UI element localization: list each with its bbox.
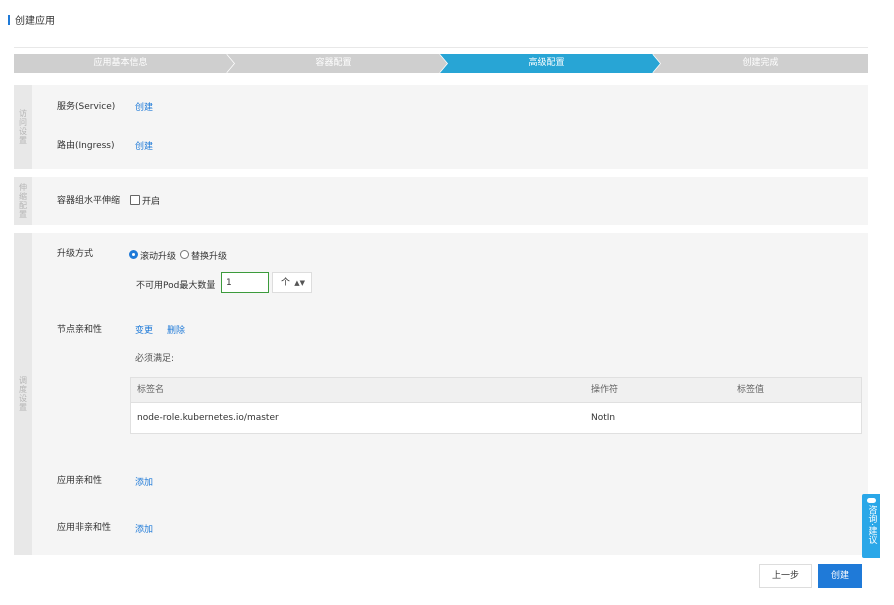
- step-label: 容器配置: [315, 58, 352, 68]
- cell-operator: NotIn: [591, 413, 616, 423]
- node-affinity-label: 节点亲和性: [57, 325, 103, 335]
- step-advanced-config[interactable]: 高级配置: [440, 54, 653, 73]
- title-accent-bar: [8, 15, 10, 25]
- create-button[interactable]: 创建: [818, 564, 862, 588]
- step-label: 高级配置: [528, 58, 565, 68]
- node-affinity-table: 标签名 操作符 标签值 node-role.kubernetes.io/mast…: [130, 377, 862, 434]
- app-anti-affinity-label: 应用非亲和性: [57, 523, 112, 533]
- step-basic-info[interactable]: 应用基本信息: [14, 54, 227, 73]
- hpa-label: 容器组水平伸缩: [57, 196, 121, 206]
- step-label: 创建完成: [742, 58, 779, 68]
- section-side-label: 伸缩配置: [14, 177, 32, 225]
- change-node-affinity-link[interactable]: 变更: [135, 323, 153, 336]
- table-header: 标签名 操作符 标签值: [131, 378, 861, 403]
- unit-select[interactable]: 个 ▲▼: [272, 272, 312, 293]
- max-unavailable-label: 不可用Pod最大数量: [136, 281, 216, 291]
- header-operator: 操作符: [591, 385, 619, 395]
- replace-upgrade-radio[interactable]: [180, 250, 189, 259]
- add-app-affinity-link[interactable]: 添加: [135, 475, 153, 488]
- max-unavailable-input[interactable]: [221, 272, 269, 293]
- scaling-section: 伸缩配置 容器组水平伸缩 开启: [14, 177, 868, 225]
- page-title: 创建应用: [8, 12, 55, 27]
- create-service-link[interactable]: 创建: [135, 100, 153, 113]
- enable-hpa-label: 开启: [142, 197, 161, 207]
- header-label-value: 标签值: [737, 385, 765, 395]
- service-label: 服务(Service): [57, 102, 116, 112]
- create-ingress-link[interactable]: 创建: [135, 139, 153, 152]
- rolling-upgrade-label: 滚动升级: [140, 252, 177, 262]
- page-title-text: 创建应用: [15, 16, 55, 27]
- select-updown-icon: ▲▼: [294, 279, 305, 287]
- step-container-config[interactable]: 容器配置: [227, 54, 440, 73]
- section-side-label: 调度设置: [14, 233, 32, 555]
- radio-dot: [132, 253, 135, 256]
- cell-label-name: node-role.kubernetes.io/master: [137, 413, 279, 423]
- step-complete[interactable]: 创建完成: [653, 54, 868, 73]
- chat-bubble-icon: [866, 498, 876, 503]
- step-label: 应用基本信息: [93, 58, 148, 68]
- replace-upgrade-label: 替换升级: [191, 252, 228, 262]
- step-progress-bar: 应用基本信息 容器配置 高级配置 创建完成: [14, 54, 868, 73]
- access-settings-section: 访问设置 服务(Service) 创建 路由(Ingress) 创建: [14, 85, 868, 169]
- header-label-name: 标签名: [137, 385, 165, 395]
- upgrade-mode-label: 升级方式: [57, 249, 94, 259]
- rolling-upgrade-radio[interactable]: [129, 250, 138, 259]
- enable-hpa-checkbox[interactable]: [130, 195, 140, 205]
- ingress-label: 路由(Ingress): [57, 141, 115, 151]
- delete-node-affinity-link[interactable]: 删除: [167, 323, 185, 336]
- divider: [14, 47, 868, 48]
- prev-step-button[interactable]: 上一步: [759, 564, 812, 588]
- section-side-label: 访问设置: [14, 85, 32, 169]
- must-satisfy-label: 必须满足:: [135, 354, 175, 364]
- unit-select-value: 个: [281, 278, 291, 288]
- consult-feedback-widget[interactable]: 咨询·建议: [862, 494, 880, 558]
- add-app-anti-affinity-link[interactable]: 添加: [135, 522, 153, 535]
- app-affinity-label: 应用亲和性: [57, 476, 103, 486]
- table-row: node-role.kubernetes.io/master NotIn: [131, 403, 861, 433]
- consult-label: 咨询·建议: [866, 505, 877, 544]
